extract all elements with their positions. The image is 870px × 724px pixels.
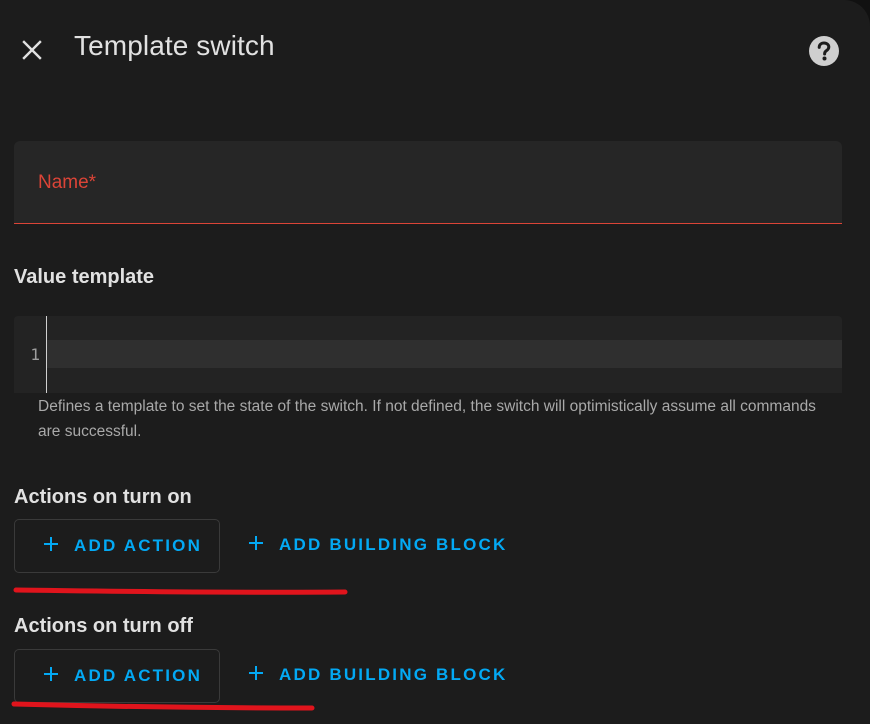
add-building-block-label: ADD BUILDING BLOCK bbox=[279, 535, 508, 554]
dialog-title: Template switch bbox=[74, 30, 275, 61]
turn-off-add-building-block-button[interactable]: ADD BUILDING BLOCK bbox=[238, 649, 508, 703]
help-circle-icon bbox=[809, 36, 839, 66]
help-button[interactable] bbox=[806, 33, 842, 69]
turn-on-add-building-block-button[interactable]: ADD BUILDING BLOCK bbox=[238, 519, 508, 573]
add-action-label: ADD ACTION bbox=[74, 536, 203, 555]
turn-on-add-action-button[interactable]: ADD ACTION bbox=[14, 519, 220, 573]
add-building-block-label: ADD BUILDING BLOCK bbox=[279, 665, 508, 684]
value-template-heading: Value template bbox=[14, 266, 155, 288]
editor-gutter: 1 bbox=[14, 316, 47, 393]
close-icon bbox=[22, 40, 42, 60]
annotation-underline bbox=[11, 701, 315, 711]
dialog-header: Template switch bbox=[0, 0, 870, 100]
plus-icon bbox=[249, 666, 263, 680]
plus-icon bbox=[44, 667, 58, 681]
plus-icon bbox=[249, 536, 263, 550]
value-template-editor[interactable]: 1 bbox=[14, 316, 842, 393]
turn-off-add-action-button[interactable]: ADD ACTION bbox=[14, 649, 220, 703]
name-field-label: Name* bbox=[38, 172, 97, 193]
value-template-helper-text: Defines a template to set the state of t… bbox=[38, 398, 816, 440]
template-switch-dialog: Template switch Name* Value template 1 D… bbox=[0, 0, 870, 724]
close-button[interactable] bbox=[14, 32, 50, 68]
annotation-underline bbox=[13, 587, 348, 595]
line-number: 1 bbox=[30, 345, 40, 364]
turn-off-actions-heading: Actions on turn off bbox=[14, 615, 193, 637]
add-action-label: ADD ACTION bbox=[74, 666, 203, 685]
name-field[interactable]: Name* bbox=[14, 141, 842, 224]
turn-on-actions-heading: Actions on turn on bbox=[14, 486, 192, 508]
editor-active-line[interactable] bbox=[47, 340, 842, 368]
plus-icon bbox=[44, 537, 58, 551]
